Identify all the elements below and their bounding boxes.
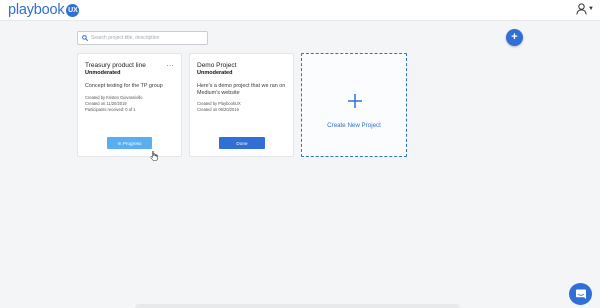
- project-title: Demo Project: [197, 62, 237, 69]
- project-card[interactable]: Demo Project Unmoderated Here's a demo p…: [189, 53, 294, 157]
- search-icon: [82, 35, 88, 41]
- add-project-button[interactable]: +: [506, 29, 523, 46]
- plus-icon: [348, 94, 362, 108]
- project-description: Here's a demo project that we ran on Med…: [197, 83, 286, 96]
- logo-badge: UX: [66, 4, 80, 17]
- more-options-icon[interactable]: ...: [167, 61, 174, 68]
- create-new-project-card[interactable]: Create New Project: [301, 53, 407, 157]
- project-card[interactable]: Treasury product line ... Unmoderated Co…: [77, 53, 182, 157]
- top-bar: playbook UX ▼: [0, 0, 600, 21]
- created-by: Created by Kristen Giovanniello: [85, 95, 143, 100]
- created-on: Created on 11/20/2019: [85, 101, 127, 106]
- bottom-panel-edge: [135, 304, 460, 308]
- pointer-cursor-icon: [150, 151, 158, 161]
- user-menu[interactable]: ▼: [576, 3, 594, 15]
- created-on: Created on 06/20/2019: [197, 107, 239, 112]
- in-progress-button[interactable]: In Progress: [107, 137, 152, 149]
- chat-button[interactable]: [569, 283, 592, 305]
- logo-text: playbook: [8, 2, 65, 18]
- moderation-type: Unmoderated: [85, 70, 121, 76]
- project-description: Concept testing for the TP group: [85, 83, 163, 89]
- created-by: Created by PlaybookUX: [197, 101, 241, 106]
- project-title: Treasury product line: [85, 62, 146, 69]
- chevron-down-icon: ▼: [588, 6, 594, 12]
- logo[interactable]: playbook UX: [8, 2, 80, 18]
- user-icon: [576, 3, 587, 15]
- done-button[interactable]: Done: [219, 137, 265, 149]
- create-new-project-label: Create New Project: [327, 122, 381, 129]
- moderation-type: Unmoderated: [197, 70, 233, 76]
- plus-icon: +: [511, 31, 518, 43]
- search-box[interactable]: [77, 31, 208, 45]
- chat-icon: [575, 289, 586, 299]
- search-input[interactable]: [91, 35, 207, 41]
- participants-count: Participants received: 0 of 1: [85, 107, 136, 112]
